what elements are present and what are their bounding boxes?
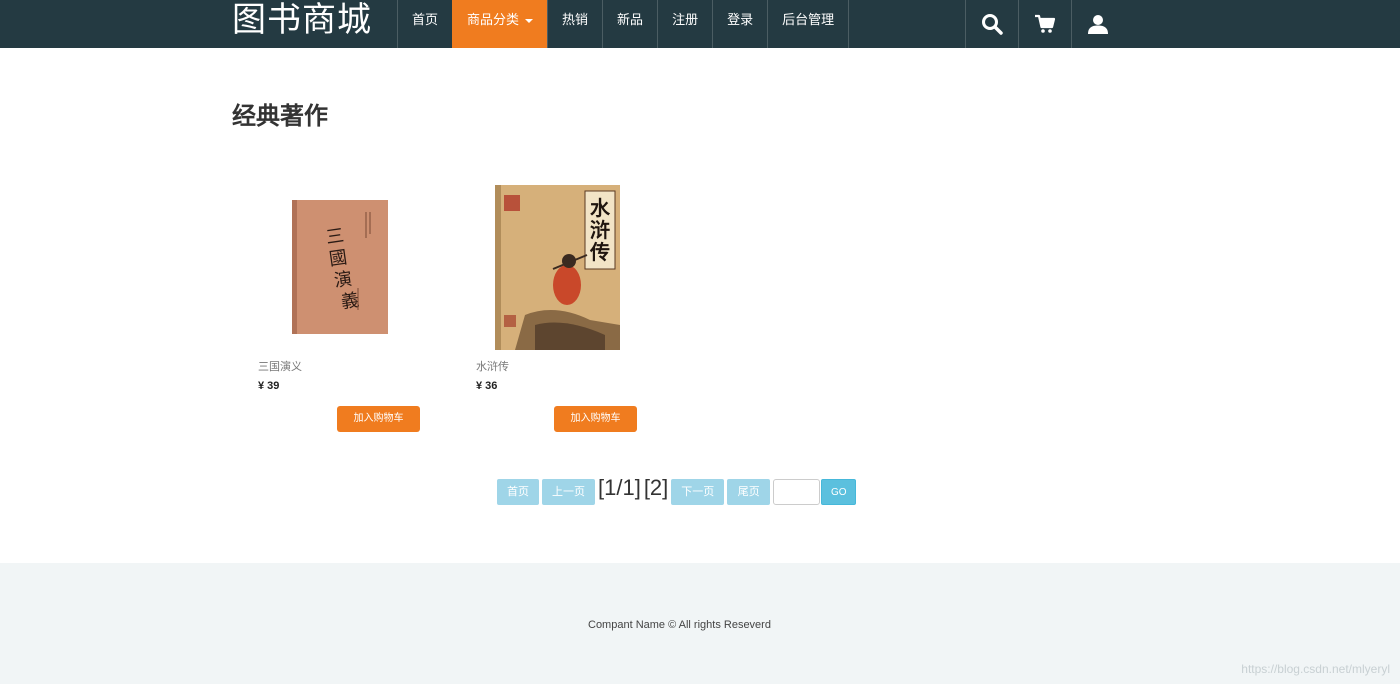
main-nav: 首页 商品分类 热销 新品 注册 登录 后台管理: [397, 0, 850, 48]
page-number-current[interactable]: [1/1]: [598, 475, 641, 501]
watermark-text: https://blog.csdn.net/mlyeryl: [1241, 662, 1390, 676]
product-name[interactable]: 水浒传: [476, 358, 509, 374]
nav-categories[interactable]: 商品分类: [452, 0, 548, 48]
product-price: ¥ 36: [476, 380, 498, 392]
site-logo[interactable]: 图书商城: [232, 0, 372, 48]
nav-hot[interactable]: 热销: [547, 0, 602, 48]
last-page-button[interactable]: 尾页: [727, 479, 771, 505]
chevron-down-icon: [525, 18, 534, 23]
section-title: 经典著作: [232, 102, 328, 130]
top-navbar: 图书商城 首页 商品分类 热销 新品 注册 登录 后台管理: [0, 0, 1400, 48]
search-button[interactable]: [965, 0, 1018, 48]
prev-page-button[interactable]: 上一页: [542, 479, 595, 505]
page-number-link[interactable]: [2]: [644, 475, 668, 501]
user-icon: [1088, 15, 1108, 34]
go-button[interactable]: GO: [821, 479, 857, 505]
book-cover-image[interactable]: 水浒传: [495, 185, 620, 350]
nav-icon-group: [965, 0, 1124, 48]
user-button[interactable]: [1071, 0, 1124, 48]
nav-register[interactable]: 注册: [657, 0, 712, 48]
page-jump-input[interactable]: [773, 479, 821, 505]
add-to-cart-button[interactable]: 加入购物车: [554, 406, 637, 432]
nav-categories-label: 商品分类: [467, 13, 520, 28]
product-name[interactable]: 三国演义: [258, 358, 302, 374]
product-price: ¥ 39: [258, 380, 280, 392]
first-page-button[interactable]: 首页: [497, 479, 539, 505]
nav-new[interactable]: 新品: [602, 0, 657, 48]
cart-icon: [1035, 14, 1056, 33]
pagination: 首页 上一页 [1/1] [2] 下一页 尾页 GO: [497, 475, 857, 508]
nav-admin[interactable]: 后台管理: [767, 0, 850, 48]
nav-login[interactable]: 登录: [712, 0, 767, 48]
footer: Compant Name © All rights Reseverd https…: [0, 563, 1400, 684]
next-page-button[interactable]: 下一页: [671, 479, 725, 505]
nav-home[interactable]: 首页: [397, 0, 452, 48]
copyright-text: Compant Name © All rights Reseverd: [588, 619, 771, 631]
add-to-cart-button[interactable]: 加入购物车: [337, 406, 420, 432]
cart-button[interactable]: [1018, 0, 1071, 48]
cover-title-text: 水浒传: [589, 196, 611, 264]
book-cover-image[interactable]: 三國演義: [288, 198, 390, 336]
search-icon: [982, 14, 1003, 35]
